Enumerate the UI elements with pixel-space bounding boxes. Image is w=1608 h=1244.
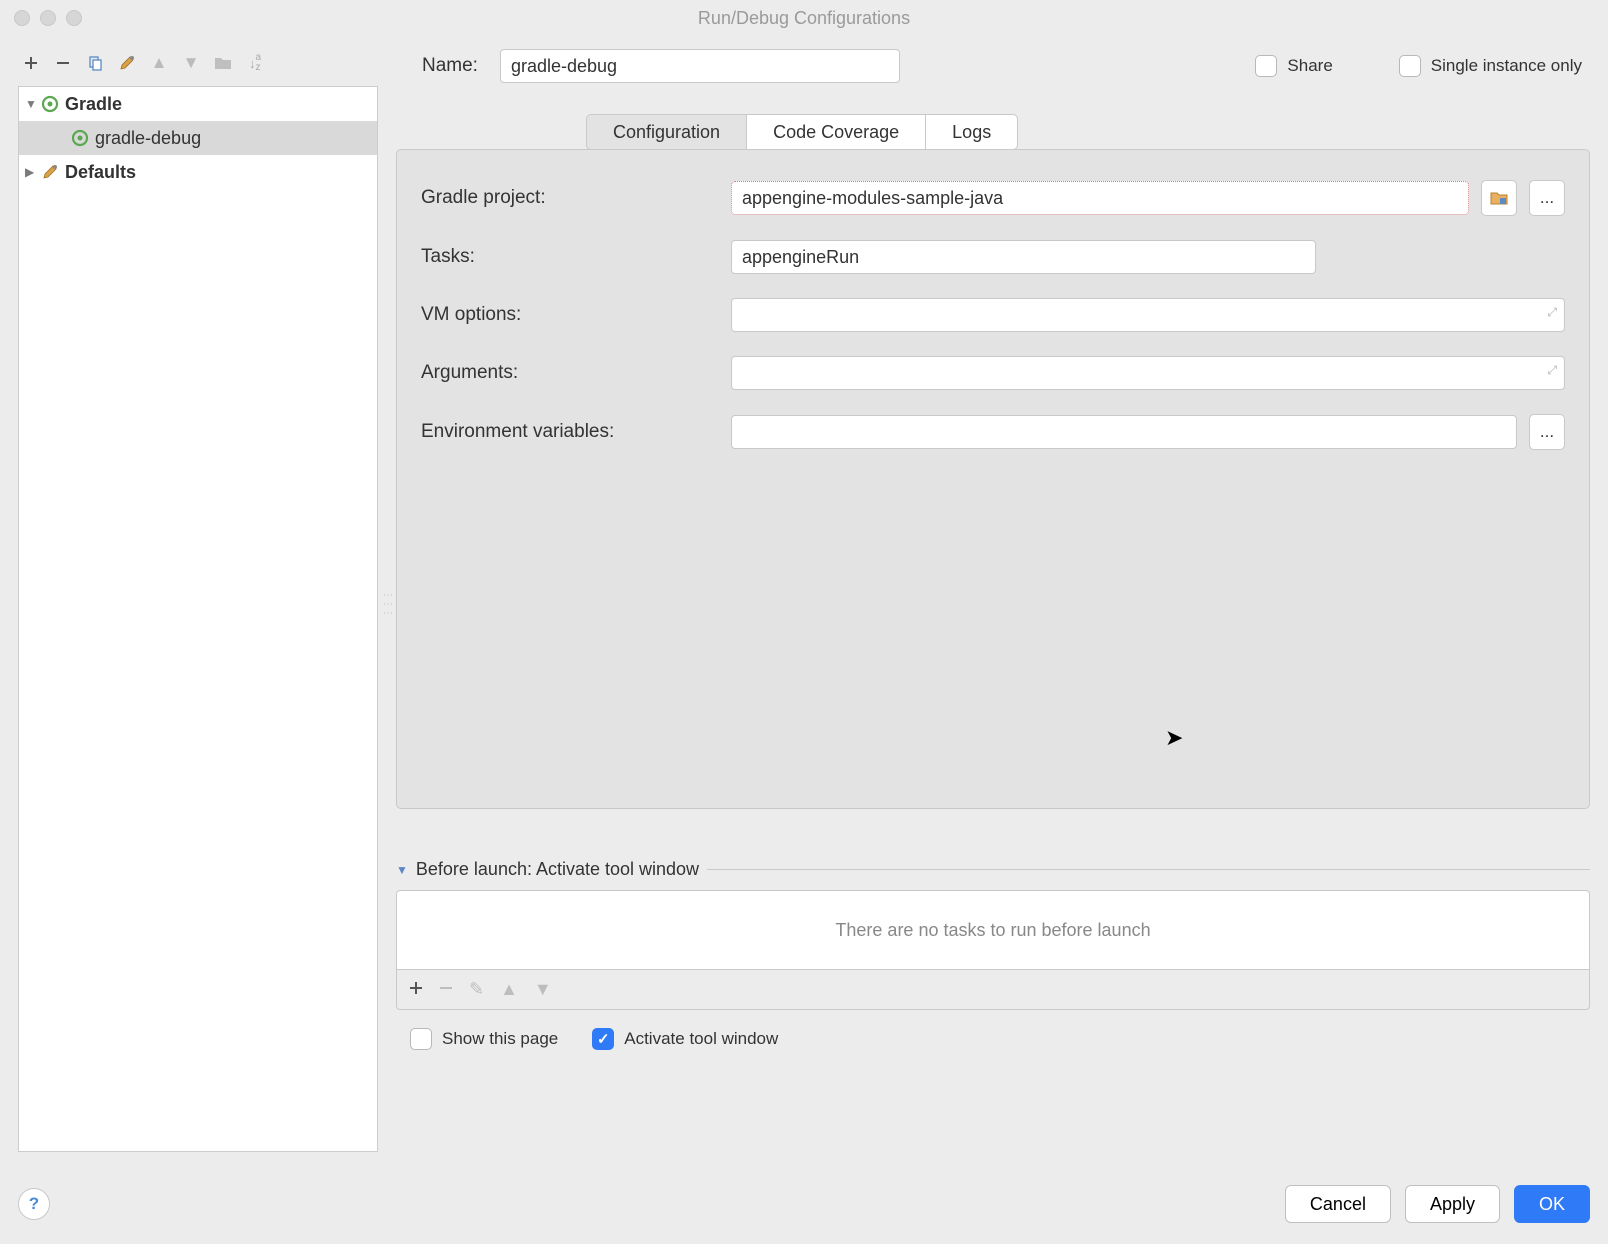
show-page-checkbox[interactable] — [410, 1028, 432, 1050]
before-launch-toolbar: ✎ ▲ ▼ — [396, 970, 1590, 1010]
tab-configuration[interactable]: Configuration — [586, 114, 746, 150]
tasks-label: Tasks: — [421, 246, 731, 268]
zoom-window-button[interactable] — [66, 10, 82, 26]
before-launch-title: Before launch: Activate tool window — [416, 859, 699, 880]
gradle-project-label: Gradle project: — [421, 187, 731, 209]
titlebar: Run/Debug Configurations — [0, 0, 1608, 36]
remove-config-button[interactable] — [50, 50, 76, 76]
share-label: Share — [1287, 56, 1332, 76]
wrench-icon — [41, 163, 59, 181]
sort-alpha-button[interactable]: ↓az — [242, 50, 268, 76]
vm-options-label: VM options: — [421, 304, 731, 326]
add-config-button[interactable] — [18, 50, 44, 76]
env-vars-ellipsis-button[interactable]: ... — [1529, 414, 1565, 450]
chevron-right-icon: ▶ — [25, 165, 41, 179]
env-vars-input[interactable] — [731, 415, 1517, 449]
tree-group-label: Defaults — [65, 162, 136, 183]
edit-defaults-button[interactable] — [114, 50, 140, 76]
minimize-window-button[interactable] — [40, 10, 56, 26]
before-launch-empty: There are no tasks to run before launch — [835, 920, 1150, 941]
traffic-lights — [0, 10, 82, 26]
remove-task-button[interactable] — [439, 979, 453, 1000]
name-row: Name: Share Single instance only — [422, 46, 1590, 86]
apply-button[interactable]: Apply — [1405, 1185, 1500, 1223]
arguments-label: Arguments: — [421, 362, 731, 384]
separator-line — [707, 869, 1590, 870]
tree-group-label: Gradle — [65, 94, 122, 115]
page-checks: Show this page Activate tool window — [396, 1028, 1590, 1050]
tabs: Configuration Code Coverage Logs — [586, 114, 1590, 150]
tasks-row: Tasks: — [421, 240, 1565, 274]
close-window-button[interactable] — [14, 10, 30, 26]
help-button[interactable]: ? — [18, 1188, 50, 1220]
gradle-project-row: Gradle project: ... — [421, 180, 1565, 216]
arguments-input[interactable] — [731, 356, 1565, 390]
bottom-bar: ? Cancel Apply OK — [0, 1164, 1608, 1244]
gradle-project-ellipsis-button[interactable]: ... — [1529, 180, 1565, 216]
tree-item-gradle-debug[interactable]: gradle-debug — [19, 121, 377, 155]
right-column: Name: Share Single instance only Configu… — [396, 46, 1590, 1156]
move-task-down-button[interactable]: ▼ — [534, 979, 552, 1000]
before-launch-header[interactable]: ▼ Before launch: Activate tool window — [396, 859, 1590, 880]
single-instance-checkbox[interactable] — [1399, 55, 1421, 77]
env-vars-row: Environment variables: ... — [421, 414, 1565, 450]
tree-group-gradle[interactable]: ▼ Gradle — [19, 87, 377, 121]
folder-button[interactable] — [210, 50, 236, 76]
registered-project-button[interactable] — [1481, 180, 1517, 216]
config-toolbar: ▲ ▼ ↓az — [18, 46, 378, 80]
name-input[interactable] — [500, 49, 900, 83]
left-column: ▲ ▼ ↓az ▼ Gradle gradle-debug ▶ Defaults — [18, 46, 378, 1156]
main-layout: ▲ ▼ ↓az ▼ Gradle gradle-debug ▶ Defaults — [0, 36, 1608, 1156]
show-page-label: Show this page — [442, 1029, 558, 1049]
ok-button[interactable]: OK — [1514, 1185, 1590, 1223]
env-vars-label: Environment variables: — [421, 421, 731, 443]
config-tree[interactable]: ▼ Gradle gradle-debug ▶ Defaults — [18, 86, 378, 1152]
chevron-down-icon: ▼ — [25, 97, 41, 111]
copy-config-button[interactable] — [82, 50, 108, 76]
move-task-up-button[interactable]: ▲ — [500, 979, 518, 1000]
share-checkbox[interactable] — [1255, 55, 1277, 77]
vm-options-row: VM options: ⤢ — [421, 298, 1565, 332]
tree-item-label: gradle-debug — [95, 128, 201, 149]
move-up-button[interactable]: ▲ — [146, 50, 172, 76]
arguments-row: Arguments: ⤢ — [421, 356, 1565, 390]
before-launch-list[interactable]: There are no tasks to run before launch — [396, 890, 1590, 970]
activate-tool-window-label: Activate tool window — [624, 1029, 778, 1049]
cancel-button[interactable]: Cancel — [1285, 1185, 1391, 1223]
vm-options-input[interactable] — [731, 298, 1565, 332]
name-label: Name: — [422, 55, 478, 77]
before-launch-section: ▼ Before launch: Activate tool window Th… — [396, 859, 1590, 1050]
tree-group-defaults[interactable]: ▶ Defaults — [19, 155, 377, 189]
splitter-handle[interactable]: ⋮⋮⋮ — [382, 590, 393, 617]
gradle-icon — [71, 129, 89, 147]
activate-tool-window-checkbox[interactable] — [592, 1028, 614, 1050]
tasks-input[interactable] — [731, 240, 1316, 274]
chevron-down-icon: ▼ — [396, 863, 408, 877]
edit-task-button[interactable]: ✎ — [469, 979, 484, 1000]
add-task-button[interactable] — [409, 979, 423, 1000]
window-title: Run/Debug Configurations — [698, 8, 910, 29]
tab-code-coverage[interactable]: Code Coverage — [746, 114, 925, 150]
single-instance-label: Single instance only — [1431, 56, 1582, 76]
configuration-panel: Gradle project: ... Tasks: VM options: — [396, 149, 1590, 809]
move-down-button[interactable]: ▼ — [178, 50, 204, 76]
tab-logs[interactable]: Logs — [925, 114, 1018, 150]
gradle-project-input[interactable] — [731, 181, 1469, 215]
gradle-icon — [41, 95, 59, 113]
